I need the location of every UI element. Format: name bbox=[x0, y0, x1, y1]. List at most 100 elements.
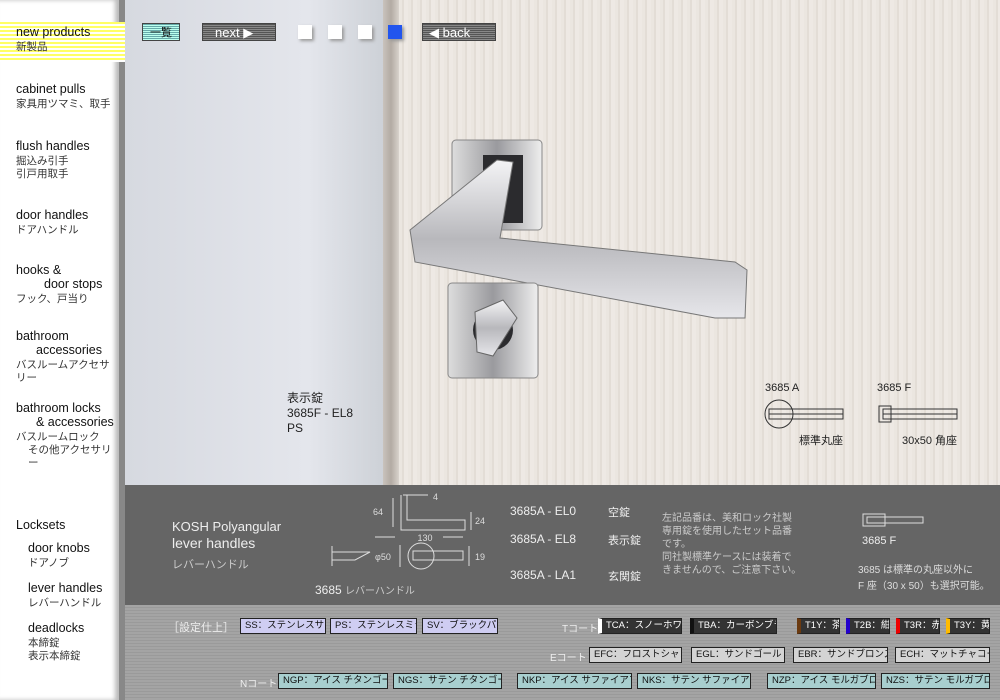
rose-f-note: F 座（30 x 50）も選択可能。 bbox=[858, 581, 990, 592]
label-jp: バスルームロック bbox=[16, 431, 100, 443]
label-jp: ドアノブ bbox=[28, 557, 70, 569]
page-4-button-current[interactable] bbox=[388, 25, 402, 39]
finish-swatch[interactable]: NGS：サテン チタンゴールド bbox=[393, 673, 502, 689]
rose-f-label: 3685 F bbox=[862, 535, 897, 547]
sidebar-item-flush-handles[interactable]: flush handles 掘込み引手 引戸用取手 bbox=[16, 139, 90, 181]
t-coat-label: Tコート bbox=[562, 624, 599, 635]
label2: accessories bbox=[36, 343, 102, 357]
finish-swatch[interactable]: SV：ブラックパール bbox=[422, 618, 498, 634]
product-subtitle: lever handles bbox=[172, 535, 256, 551]
arrow-right-icon: ▶ bbox=[243, 25, 254, 40]
model-code: 3685A - LA1 bbox=[510, 568, 577, 582]
finish-swatch[interactable]: TCA：スノーホワイト bbox=[598, 618, 682, 634]
sidebar-item-cabinet-pulls[interactable]: cabinet pulls 家具用ツマミ、取手 bbox=[16, 82, 111, 111]
label-jp: 新製品 bbox=[16, 41, 48, 53]
finish-swatch[interactable]: EBR：サンドブロンズ bbox=[793, 647, 888, 663]
sidebar-item-door-handles[interactable]: door handles ドアハンドル bbox=[16, 208, 88, 237]
caption-finish: PS bbox=[287, 421, 304, 435]
label-jp2: 引戸用取手 bbox=[16, 168, 69, 180]
label-jp: フック、戸当り bbox=[16, 293, 89, 305]
label: door handles bbox=[16, 208, 89, 222]
next-label: next bbox=[215, 25, 240, 40]
model-code: 3685A - EL0 bbox=[510, 504, 577, 518]
rose-f-note: 3685 は標準の丸座以外に bbox=[858, 565, 974, 576]
page-2-button[interactable] bbox=[328, 25, 342, 39]
rose-a-label: 3685 A bbox=[765, 382, 800, 394]
label: flush handles bbox=[16, 139, 90, 153]
label: cabinet pulls bbox=[16, 82, 86, 96]
label: lever handles bbox=[28, 581, 103, 595]
product-title-jp: レバーハンドル bbox=[172, 559, 249, 571]
finish-swatch[interactable]: PS：ステンレスミラー bbox=[330, 618, 417, 634]
label-jp2: 表示本締錠 bbox=[28, 650, 81, 662]
finish-swatch[interactable]: ECH：マットチャコール bbox=[895, 647, 990, 663]
back-label: back bbox=[442, 25, 471, 40]
label: Locksets bbox=[16, 518, 66, 532]
finish-swatch[interactable]: SS：ステンレスサテン bbox=[240, 618, 326, 634]
dim-width: 130 bbox=[417, 533, 432, 543]
n-coat-label: Nコート bbox=[240, 679, 278, 690]
note-line: 左記品番は、美和ロック社製 bbox=[662, 513, 792, 524]
caption-model: 3685F - EL8 bbox=[287, 406, 354, 420]
dim-rose: φ50 bbox=[375, 552, 391, 562]
list-button[interactable]: 一覧 bbox=[142, 23, 180, 41]
finish-options: ［設定仕上］ SS：ステンレスサテン PS：ステンレスミラー SV：ブラックパー… bbox=[125, 605, 1000, 700]
product-info: KOSH Polyangular lever handles レバーハンドル 6… bbox=[125, 485, 1000, 605]
rose-f-label: 3685 F bbox=[877, 382, 912, 394]
sidebar-item-hooks-door-stops[interactable]: hooks & door stops フック、戸当り bbox=[16, 263, 102, 306]
label-jp: レバーハンドル bbox=[28, 597, 102, 609]
caption-jp: レバーハンドル bbox=[345, 586, 415, 597]
dim-height: 64 bbox=[373, 507, 383, 517]
finish-swatch[interactable]: EGL：サンドゴールド bbox=[691, 647, 785, 663]
finish-swatch[interactable]: T3R：赤 bbox=[896, 618, 940, 634]
dim-thickness: 4 bbox=[433, 492, 438, 502]
rose-f-diagram bbox=[862, 513, 924, 527]
finish-swatch[interactable]: NKP：アイス サファイアブラック bbox=[517, 673, 632, 689]
rose-diagrams bbox=[764, 399, 958, 429]
label-jp: ドアハンドル bbox=[16, 224, 79, 236]
finish-swatch[interactable]: NZS：サテン モルガブロンズ bbox=[881, 673, 990, 689]
caption-num: 3685 bbox=[315, 583, 342, 597]
label2: & accessories bbox=[36, 415, 114, 429]
finish-swatch[interactable]: T1Y：茶 bbox=[797, 618, 840, 634]
product-photo: 一覧 next ▶ ◀ back 表示錠 3685F - EL8 PS 3685 A… bbox=[125, 0, 1000, 485]
note-line: きませんので、ご注意下さい。 bbox=[662, 565, 802, 576]
sidebar: new products 新製品 cabinet pulls 家具用ツマミ、取手 f… bbox=[0, 0, 125, 700]
finish-swatch[interactable]: NGP：アイス チタンゴールド bbox=[278, 673, 388, 689]
finish-label: ［設定仕上］ bbox=[168, 622, 234, 634]
label-jp: 家具用ツマミ、取手 bbox=[16, 98, 111, 110]
finish-swatch[interactable]: T2B：紺 bbox=[846, 618, 890, 634]
note-line: です。 bbox=[662, 539, 691, 550]
finish-swatch[interactable]: NKS：サテン サファイアブラック bbox=[637, 673, 751, 689]
back-button[interactable]: ◀ back bbox=[422, 23, 496, 41]
dim-rose-thickness: 19 bbox=[475, 552, 485, 562]
arrow-left-icon: ◀ bbox=[429, 25, 439, 40]
product-title: KOSH Polyangular bbox=[172, 519, 282, 534]
sidebar-item-door-knobs[interactable]: door knobs ドアノブ bbox=[28, 541, 90, 570]
label: bathroom bbox=[16, 329, 69, 343]
note-line: 専用錠を使用したセット品番 bbox=[662, 526, 792, 537]
photo-caption: 表示錠 3685F - EL8 PS bbox=[287, 391, 353, 436]
finish-swatch[interactable]: NZP：アイス モルガブロンズ bbox=[767, 673, 876, 689]
finish-swatch[interactable]: TBA：カーボンブラック bbox=[690, 618, 777, 634]
note-line: 同社製標準ケースには装着で bbox=[662, 552, 792, 563]
sidebar-item-lever-handles[interactable]: lever handles レバーハンドル bbox=[28, 581, 102, 610]
model-type: 空錠 bbox=[608, 507, 630, 519]
label: door knobs bbox=[28, 541, 90, 555]
sidebar-item-bathroom-locks[interactable]: bathroom locks & accessories バスルームロック その他アク… bbox=[16, 401, 119, 470]
sidebar-item-new-products[interactable]: new products 新製品 bbox=[0, 22, 125, 62]
sidebar-item-bathroom-accessories[interactable]: bathroom accessories バスルームアクセサリー bbox=[16, 329, 119, 385]
next-button[interactable]: next ▶ bbox=[202, 23, 276, 41]
finish-swatch[interactable]: T3Y：黄 bbox=[946, 618, 990, 634]
rose-a-desc: 標準丸座 bbox=[799, 435, 843, 447]
model-code: 3685A - EL8 bbox=[510, 532, 577, 546]
label: new products bbox=[16, 25, 91, 39]
label-jp: バスルームアクセサリー bbox=[16, 359, 110, 384]
page-3-button[interactable] bbox=[358, 25, 372, 39]
finish-swatch[interactable]: EFC：フロストシャンパン bbox=[589, 647, 682, 663]
caption-type: 表示錠 bbox=[287, 391, 324, 405]
label-jp: 掘込み引手 bbox=[16, 155, 69, 167]
sidebar-item-deadlocks[interactable]: deadlocks 本締錠 表示本締錠 bbox=[28, 621, 84, 663]
page-1-button[interactable] bbox=[298, 25, 312, 39]
dim-depth: 24 bbox=[475, 516, 485, 526]
